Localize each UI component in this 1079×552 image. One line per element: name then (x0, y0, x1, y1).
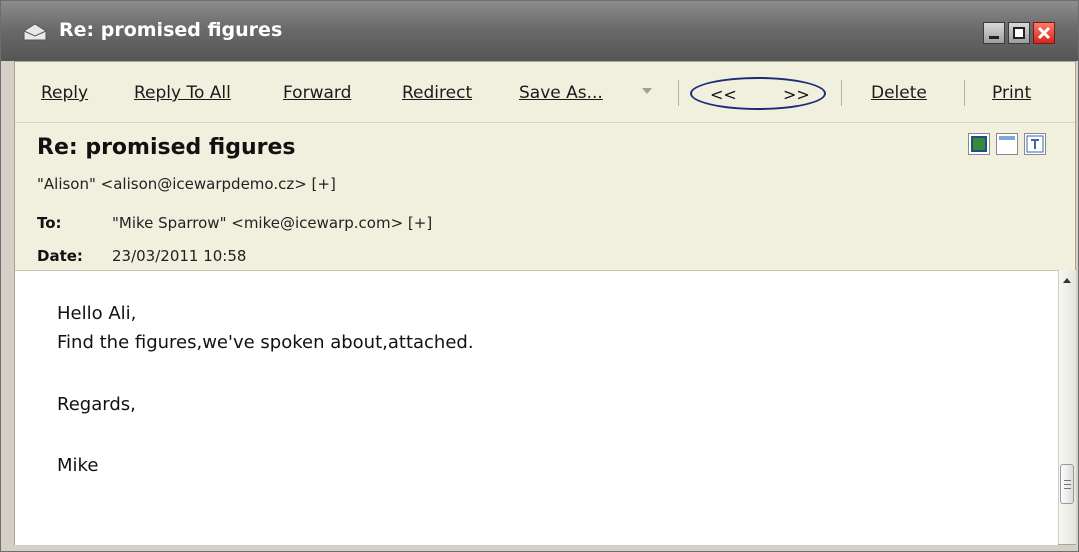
title-bar[interactable]: Re: promised figures (1, 1, 1078, 61)
body-line: Hello Ali, (57, 303, 137, 324)
message-header: Re: promised figures "Alison" <alison@ic… (15, 122, 1075, 271)
window-title: Re: promised figures (59, 19, 283, 41)
reply-to-all-button[interactable]: Reply To All (134, 83, 231, 103)
toolbar-divider (964, 80, 965, 106)
delete-button[interactable]: Delete (871, 83, 927, 103)
toolbar: Reply Reply To All Forward Redirect Save… (15, 62, 1075, 122)
body-line: Find the figures,we've spoken about,atta… (57, 332, 474, 353)
minimize-button[interactable] (983, 22, 1005, 44)
previous-message-button[interactable]: << (710, 85, 737, 104)
text-view-icon[interactable] (1024, 133, 1046, 155)
scroll-up-arrow-icon[interactable] (1063, 278, 1071, 283)
date-label: Date: (37, 247, 83, 265)
vertical-scrollbar[interactable] (1058, 270, 1076, 544)
message-subject: Re: promised figures (37, 135, 296, 160)
maximize-button[interactable] (1008, 22, 1030, 44)
plain-view-icon[interactable] (996, 133, 1018, 155)
close-button[interactable] (1033, 22, 1055, 44)
image-view-icon[interactable] (968, 133, 990, 155)
print-button[interactable]: Print (992, 83, 1031, 103)
chevron-down-icon[interactable] (642, 88, 652, 94)
save-as-button[interactable]: Save As... (519, 83, 603, 103)
next-message-button[interactable]: >> (783, 85, 810, 104)
to-label: To: (37, 214, 62, 232)
scrollbar-thumb[interactable] (1060, 464, 1074, 504)
toolbar-divider (841, 80, 842, 106)
recipient-address[interactable]: "Mike Sparrow" <mike@icewarp.com> [+] (112, 214, 432, 232)
message-window: Re: promised figures Reply Reply To All … (0, 0, 1079, 552)
message-date: 23/03/2011 10:58 (112, 247, 247, 265)
envelope-icon (23, 23, 47, 41)
sender-address[interactable]: "Alison" <alison@icewarpdemo.cz> [+] (37, 175, 336, 193)
message-body[interactable]: Hello Ali, Find the figures,we've spoken… (15, 270, 1058, 545)
forward-button[interactable]: Forward (283, 83, 351, 103)
message-panel: Reply Reply To All Forward Redirect Save… (14, 61, 1076, 545)
body-line: Mike (57, 455, 99, 476)
body-line: Regards, (57, 394, 136, 415)
redirect-button[interactable]: Redirect (402, 83, 472, 103)
reply-button[interactable]: Reply (41, 83, 88, 103)
toolbar-divider (678, 80, 679, 106)
